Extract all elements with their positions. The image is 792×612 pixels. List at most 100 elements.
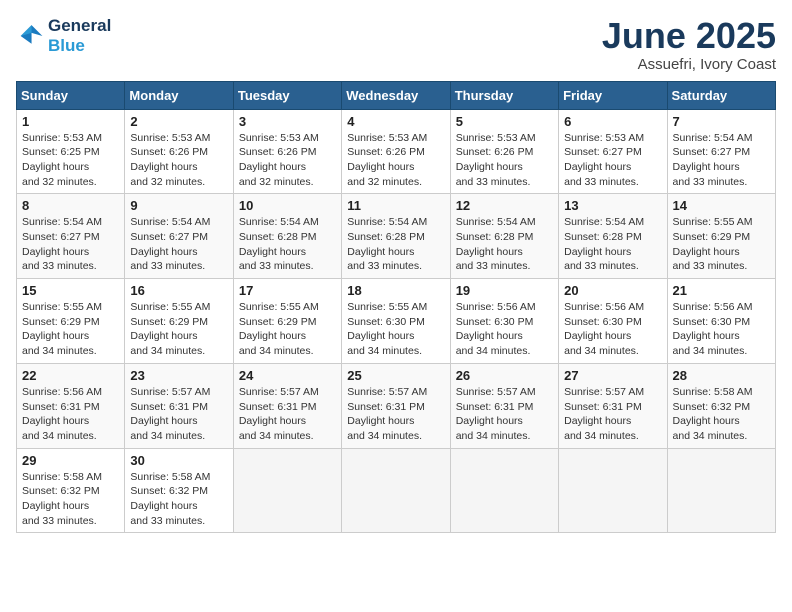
day-number: 1: [22, 114, 119, 129]
day-cell-28: 28 Sunrise: 5:58 AM Sunset: 6:32 PM Dayl…: [667, 363, 775, 448]
day-info: Sunrise: 5:56 AM Sunset: 6:30 PM Dayligh…: [456, 300, 553, 359]
day-number: 10: [239, 198, 336, 213]
empty-cell: [450, 448, 558, 533]
day-cell-18: 18 Sunrise: 5:55 AM Sunset: 6:30 PM Dayl…: [342, 279, 450, 364]
day-cell-17: 17 Sunrise: 5:55 AM Sunset: 6:29 PM Dayl…: [233, 279, 341, 364]
day-cell-23: 23 Sunrise: 5:57 AM Sunset: 6:31 PM Dayl…: [125, 363, 233, 448]
day-info: Sunrise: 5:54 AM Sunset: 6:28 PM Dayligh…: [564, 215, 661, 274]
day-cell-10: 10 Sunrise: 5:54 AM Sunset: 6:28 PM Dayl…: [233, 194, 341, 279]
day-info: Sunrise: 5:53 AM Sunset: 6:26 PM Dayligh…: [456, 131, 553, 190]
day-number: 26: [456, 368, 553, 383]
empty-cell: [233, 448, 341, 533]
day-number: 24: [239, 368, 336, 383]
day-info: Sunrise: 5:56 AM Sunset: 6:30 PM Dayligh…: [673, 300, 770, 359]
day-info: Sunrise: 5:53 AM Sunset: 6:26 PM Dayligh…: [130, 131, 227, 190]
day-header-monday: Monday: [125, 81, 233, 109]
day-number: 9: [130, 198, 227, 213]
empty-cell: [342, 448, 450, 533]
day-info: Sunrise: 5:55 AM Sunset: 6:29 PM Dayligh…: [22, 300, 119, 359]
day-cell-30: 30 Sunrise: 5:58 AM Sunset: 6:32 PM Dayl…: [125, 448, 233, 533]
logo-icon: [16, 22, 44, 50]
calendar-header-row: SundayMondayTuesdayWednesdayThursdayFrid…: [17, 81, 776, 109]
day-info: Sunrise: 5:57 AM Sunset: 6:31 PM Dayligh…: [456, 385, 553, 444]
day-cell-7: 7 Sunrise: 5:54 AM Sunset: 6:27 PM Dayli…: [667, 109, 775, 194]
day-cell-9: 9 Sunrise: 5:54 AM Sunset: 6:27 PM Dayli…: [125, 194, 233, 279]
logo-text-line2: Blue: [48, 36, 111, 56]
day-info: Sunrise: 5:54 AM Sunset: 6:28 PM Dayligh…: [456, 215, 553, 274]
day-number: 29: [22, 453, 119, 468]
day-cell-19: 19 Sunrise: 5:56 AM Sunset: 6:30 PM Dayl…: [450, 279, 558, 364]
day-number: 20: [564, 283, 661, 298]
day-cell-27: 27 Sunrise: 5:57 AM Sunset: 6:31 PM Dayl…: [559, 363, 667, 448]
day-cell-14: 14 Sunrise: 5:55 AM Sunset: 6:29 PM Dayl…: [667, 194, 775, 279]
day-header-wednesday: Wednesday: [342, 81, 450, 109]
day-info: Sunrise: 5:55 AM Sunset: 6:29 PM Dayligh…: [130, 300, 227, 359]
day-cell-8: 8 Sunrise: 5:54 AM Sunset: 6:27 PM Dayli…: [17, 194, 125, 279]
day-cell-2: 2 Sunrise: 5:53 AM Sunset: 6:26 PM Dayli…: [125, 109, 233, 194]
calendar-week-2: 8 Sunrise: 5:54 AM Sunset: 6:27 PM Dayli…: [17, 194, 776, 279]
day-info: Sunrise: 5:53 AM Sunset: 6:26 PM Dayligh…: [347, 131, 444, 190]
day-number: 12: [456, 198, 553, 213]
day-number: 13: [564, 198, 661, 213]
day-number: 2: [130, 114, 227, 129]
day-number: 6: [564, 114, 661, 129]
day-cell-5: 5 Sunrise: 5:53 AM Sunset: 6:26 PM Dayli…: [450, 109, 558, 194]
day-number: 5: [456, 114, 553, 129]
empty-cell: [559, 448, 667, 533]
day-number: 30: [130, 453, 227, 468]
day-number: 14: [673, 198, 770, 213]
day-header-thursday: Thursday: [450, 81, 558, 109]
day-info: Sunrise: 5:57 AM Sunset: 6:31 PM Dayligh…: [239, 385, 336, 444]
calendar-week-1: 1 Sunrise: 5:53 AM Sunset: 6:25 PM Dayli…: [17, 109, 776, 194]
calendar-title: June 2025: [602, 16, 776, 56]
day-cell-3: 3 Sunrise: 5:53 AM Sunset: 6:26 PM Dayli…: [233, 109, 341, 194]
day-info: Sunrise: 5:53 AM Sunset: 6:25 PM Dayligh…: [22, 131, 119, 190]
day-cell-12: 12 Sunrise: 5:54 AM Sunset: 6:28 PM Dayl…: [450, 194, 558, 279]
day-number: 22: [22, 368, 119, 383]
day-cell-13: 13 Sunrise: 5:54 AM Sunset: 6:28 PM Dayl…: [559, 194, 667, 279]
day-info: Sunrise: 5:57 AM Sunset: 6:31 PM Dayligh…: [564, 385, 661, 444]
calendar-table: SundayMondayTuesdayWednesdayThursdayFrid…: [16, 81, 776, 534]
day-number: 18: [347, 283, 444, 298]
day-info: Sunrise: 5:58 AM Sunset: 6:32 PM Dayligh…: [130, 470, 227, 529]
calendar-week-5: 29 Sunrise: 5:58 AM Sunset: 6:32 PM Dayl…: [17, 448, 776, 533]
header: General Blue June 2025 Assuefri, Ivory C…: [16, 16, 776, 73]
calendar-subtitle: Assuefri, Ivory Coast: [602, 56, 776, 73]
day-info: Sunrise: 5:53 AM Sunset: 6:26 PM Dayligh…: [239, 131, 336, 190]
day-header-friday: Friday: [559, 81, 667, 109]
logo-text-line1: General: [48, 16, 111, 36]
day-number: 21: [673, 283, 770, 298]
day-header-saturday: Saturday: [667, 81, 775, 109]
day-number: 23: [130, 368, 227, 383]
day-info: Sunrise: 5:58 AM Sunset: 6:32 PM Dayligh…: [673, 385, 770, 444]
day-cell-29: 29 Sunrise: 5:58 AM Sunset: 6:32 PM Dayl…: [17, 448, 125, 533]
day-header-tuesday: Tuesday: [233, 81, 341, 109]
day-cell-22: 22 Sunrise: 5:56 AM Sunset: 6:31 PM Dayl…: [17, 363, 125, 448]
day-number: 15: [22, 283, 119, 298]
day-number: 28: [673, 368, 770, 383]
day-number: 16: [130, 283, 227, 298]
day-cell-26: 26 Sunrise: 5:57 AM Sunset: 6:31 PM Dayl…: [450, 363, 558, 448]
day-info: Sunrise: 5:56 AM Sunset: 6:30 PM Dayligh…: [564, 300, 661, 359]
day-info: Sunrise: 5:54 AM Sunset: 6:28 PM Dayligh…: [239, 215, 336, 274]
calendar-week-4: 22 Sunrise: 5:56 AM Sunset: 6:31 PM Dayl…: [17, 363, 776, 448]
day-info: Sunrise: 5:55 AM Sunset: 6:30 PM Dayligh…: [347, 300, 444, 359]
day-number: 7: [673, 114, 770, 129]
day-number: 19: [456, 283, 553, 298]
day-cell-20: 20 Sunrise: 5:56 AM Sunset: 6:30 PM Dayl…: [559, 279, 667, 364]
day-cell-15: 15 Sunrise: 5:55 AM Sunset: 6:29 PM Dayl…: [17, 279, 125, 364]
day-number: 8: [22, 198, 119, 213]
day-number: 4: [347, 114, 444, 129]
day-cell-25: 25 Sunrise: 5:57 AM Sunset: 6:31 PM Dayl…: [342, 363, 450, 448]
day-info: Sunrise: 5:55 AM Sunset: 6:29 PM Dayligh…: [239, 300, 336, 359]
empty-cell: [667, 448, 775, 533]
day-info: Sunrise: 5:54 AM Sunset: 6:27 PM Dayligh…: [22, 215, 119, 274]
day-info: Sunrise: 5:55 AM Sunset: 6:29 PM Dayligh…: [673, 215, 770, 274]
day-number: 27: [564, 368, 661, 383]
calendar-week-3: 15 Sunrise: 5:55 AM Sunset: 6:29 PM Dayl…: [17, 279, 776, 364]
day-info: Sunrise: 5:57 AM Sunset: 6:31 PM Dayligh…: [347, 385, 444, 444]
day-number: 17: [239, 283, 336, 298]
day-info: Sunrise: 5:54 AM Sunset: 6:27 PM Dayligh…: [673, 131, 770, 190]
day-cell-24: 24 Sunrise: 5:57 AM Sunset: 6:31 PM Dayl…: [233, 363, 341, 448]
day-cell-4: 4 Sunrise: 5:53 AM Sunset: 6:26 PM Dayli…: [342, 109, 450, 194]
